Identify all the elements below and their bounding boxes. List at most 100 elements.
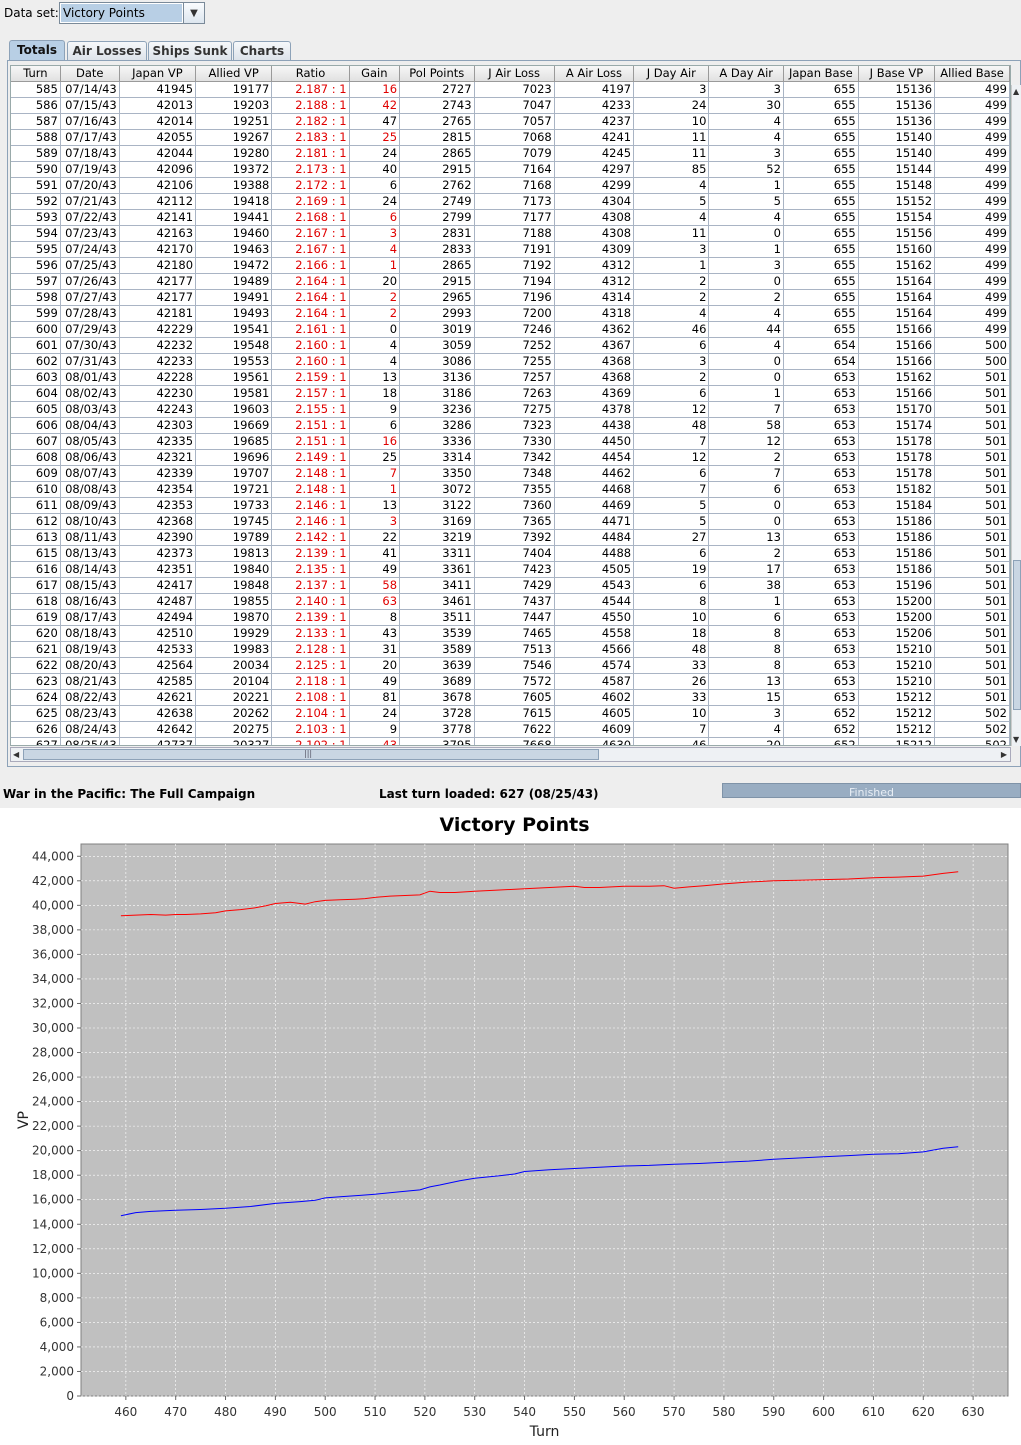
table-cell: 15136 — [858, 113, 936, 130]
table-cell: 7173 — [474, 193, 555, 210]
x-tick-label: 560 — [613, 1405, 636, 1419]
table-cell: 3236 — [399, 401, 475, 418]
table-row[interactable]: 589 07/18/43 42044 19280 2.181 : 1 24 2865 7079… — [11, 145, 1010, 162]
table-row[interactable]: 593 07/22/43 42141 19441 2.168 : 1 6 2799 7177 4… — [11, 209, 1010, 226]
table-cell: 42351 — [119, 561, 197, 578]
table-row[interactable]: 599 07/28/43 42181 19493 2.164 : 1 2 2993 7200 4… — [11, 305, 1010, 322]
table-row[interactable]: 597 07/26/43 42177 19489 2.164 : 1 20 2915 7194… — [11, 273, 1010, 290]
table-row[interactable]: 590 07/19/43 42096 19372 2.173 : 1 40 2915 7164… — [11, 161, 1010, 178]
tab-totals[interactable]: Totals — [9, 40, 65, 61]
table-row[interactable]: 617 08/15/43 42417 19848 2.137 : 1 58 3411 7429… — [11, 577, 1010, 594]
table-cell: 7348 — [474, 465, 555, 482]
vertical-scroll-thumb[interactable] — [1013, 560, 1021, 710]
table-cell: 7323 — [474, 417, 555, 434]
table-row[interactable]: 619 08/17/43 42494 19870 2.139 : 1 8 3511 7447 4… — [11, 609, 1010, 626]
table-cell: 07/15/43 — [60, 97, 120, 114]
column-header[interactable]: Date — [60, 66, 120, 82]
table-cell: 2727 — [399, 81, 475, 98]
table-cell: 42233 — [119, 353, 197, 370]
table-row[interactable]: 607 08/05/43 42335 19685 2.151 : 1 16 3336 7330… — [11, 433, 1010, 450]
column-header[interactable]: Japan Base — [783, 66, 859, 82]
table-row[interactable]: 621 08/19/43 42533 19983 2.128 : 1 31 3589 7513… — [11, 641, 1010, 658]
table-cell: 4318 — [554, 305, 635, 322]
table-row[interactable]: 596 07/25/43 42180 19472 2.166 : 1 1 2865 7192 4… — [11, 257, 1010, 274]
table-row[interactable]: 588 07/17/43 42055 19267 2.183 : 1 25 2815 7068… — [11, 129, 1010, 146]
table-row[interactable]: 625 08/23/43 42638 20262 2.104 : 1 24 3728 7615… — [11, 705, 1010, 722]
table-cell: 2.173 : 1 — [271, 161, 350, 178]
tab-air-losses[interactable]: Air Losses — [67, 41, 147, 60]
column-header[interactable]: Ratio — [271, 66, 350, 82]
arrow-left-icon[interactable]: ◀ — [13, 750, 19, 759]
dataset-select[interactable]: Victory Points ▼ — [59, 2, 205, 24]
chevron-down-icon[interactable]: ▼ — [183, 3, 204, 23]
table-cell: 3 — [633, 241, 710, 258]
tab-ships-sunk[interactable]: Ships Sunk — [148, 41, 232, 60]
table-cell: 42303 — [119, 417, 197, 434]
table-row[interactable]: 600 07/29/43 42229 19541 2.161 : 1 0 3019 7246 4… — [11, 321, 1010, 338]
table-row[interactable]: 622 08/20/43 42564 20034 2.125 : 1 20 3639 7546… — [11, 657, 1010, 674]
table-cell: 63 — [349, 593, 401, 610]
column-header[interactable]: Turn — [11, 66, 61, 82]
table-row[interactable]: 613 08/11/43 42390 19789 2.142 : 1 22 3219 7392… — [11, 529, 1010, 546]
table-cell: 604 — [11, 385, 61, 402]
table-row[interactable]: 598 07/27/43 42177 19491 2.164 : 1 2 2965 7196 4… — [11, 289, 1010, 306]
table-row[interactable]: 592 07/21/43 42112 19418 2.169 : 1 24 2749 7173… — [11, 193, 1010, 210]
table-cell: 3678 — [399, 689, 475, 706]
table-cell: 2.148 : 1 — [271, 481, 350, 498]
column-header[interactable]: J Day Air — [633, 66, 710, 82]
table-cell: 08/03/43 — [60, 401, 120, 418]
table-cell: 499 — [934, 81, 1010, 98]
table-cell: 15186 — [858, 529, 936, 546]
table-row[interactable]: 594 07/23/43 42163 19460 2.167 : 1 3 2831 7188 4… — [11, 225, 1010, 242]
column-header[interactable]: Allied Base — [934, 66, 1010, 82]
table-row[interactable]: 595 07/24/43 42170 19463 2.167 : 1 4 2833 7191 4… — [11, 241, 1010, 258]
table-cell: 11 — [633, 129, 710, 146]
table-row[interactable]: 616 08/14/43 42351 19840 2.135 : 1 49 3361 7423… — [11, 561, 1010, 578]
table-row[interactable]: 602 07/31/43 42233 19553 2.160 : 1 4 3086 7255 4… — [11, 353, 1010, 370]
table-row[interactable]: 624 08/22/43 42621 20221 2.108 : 1 81 3678 7605… — [11, 689, 1010, 706]
column-header[interactable]: Allied VP — [195, 66, 273, 82]
horizontal-scrollbar[interactable]: ◀ ||| ▶ — [10, 747, 1011, 762]
table-row[interactable]: 601 07/30/43 42232 19548 2.160 : 1 4 3059 7252 4… — [11, 337, 1010, 354]
table-row[interactable]: 612 08/10/43 42368 19745 2.146 : 1 3 3169 7365 4… — [11, 513, 1010, 530]
table-row[interactable]: 587 07/16/43 42014 19251 2.182 : 1 47 2765 7057… — [11, 113, 1010, 130]
table-row[interactable]: 611 08/09/43 42353 19733 2.146 : 1 13 3122 7360… — [11, 497, 1010, 514]
column-header[interactable]: J Base VP — [858, 66, 936, 82]
table-row[interactable]: 620 08/18/43 42510 19929 2.133 : 1 43 3539 7465… — [11, 625, 1010, 642]
dataset-selected-value[interactable]: Victory Points — [61, 4, 182, 22]
table-row[interactable]: 604 08/02/43 42230 19581 2.157 : 1 18 3186 7263… — [11, 385, 1010, 402]
table-row[interactable]: 609 08/07/43 42339 19707 2.148 : 1 7 3350 7348 4… — [11, 465, 1010, 482]
column-header[interactable]: A Day Air — [708, 66, 784, 82]
table-cell: 20275 — [195, 721, 273, 738]
table-cell: 499 — [934, 177, 1010, 194]
table-cell: 2.182 : 1 — [271, 113, 350, 130]
table-row[interactable]: 618 08/16/43 42487 19855 2.140 : 1 63 3461 7437… — [11, 593, 1010, 610]
table-row[interactable]: 627 08/25/43 42737 20327 2.102 : 1 43 3795 7668… — [11, 737, 1010, 745]
table-row[interactable]: 615 08/13/43 42373 19813 2.139 : 1 41 3311 7404… — [11, 545, 1010, 562]
table-cell: 12 — [633, 401, 710, 418]
table-row[interactable]: 591 07/20/43 42106 19388 2.172 : 1 6 2762 7168 4… — [11, 177, 1010, 194]
table-row[interactable]: 603 08/01/43 42228 19561 2.159 : 1 13 3136 7257… — [11, 369, 1010, 386]
table-cell: 48 — [633, 641, 710, 658]
arrow-down-icon[interactable]: ▼ — [1013, 735, 1019, 744]
column-header[interactable]: J Air Loss — [474, 66, 555, 82]
table-row[interactable]: 610 08/08/43 42354 19721 2.148 : 1 1 3072 7355 4… — [11, 481, 1010, 498]
table-row[interactable]: 626 08/24/43 42642 20275 2.103 : 1 9 3778 7622 4… — [11, 721, 1010, 738]
arrow-up-icon[interactable]: ▲ — [1013, 87, 1019, 96]
table-row[interactable]: 605 08/03/43 42243 19603 2.155 : 1 9 3236 7275 4… — [11, 401, 1010, 418]
arrow-right-icon[interactable]: ▶ — [1001, 750, 1007, 759]
y-tick-label: 0 — [66, 1389, 74, 1403]
table-row[interactable]: 585 07/14/43 41945 19177 2.187 : 1 16 2727 7023… — [11, 81, 1010, 98]
vertical-scrollbar[interactable]: ▲ ▼ — [1011, 85, 1021, 746]
table-cell: 24 — [349, 705, 401, 722]
tab-charts[interactable]: Charts — [233, 41, 291, 60]
column-header[interactable]: Pol Points — [399, 66, 475, 82]
table-cell: 58 — [349, 577, 401, 594]
table-row[interactable]: 586 07/15/43 42013 19203 2.188 : 1 42 2743 7047… — [11, 97, 1010, 114]
column-header[interactable]: Japan VP — [119, 66, 197, 82]
column-header[interactable]: Gain — [349, 66, 401, 82]
column-header[interactable]: A Air Loss — [554, 66, 635, 82]
table-row[interactable]: 608 08/06/43 42321 19696 2.149 : 1 25 3314 7342… — [11, 449, 1010, 466]
table-row[interactable]: 623 08/21/43 42585 20104 2.118 : 1 49 3689 7572… — [11, 673, 1010, 690]
table-row[interactable]: 606 08/04/43 42303 19669 2.151 : 1 6 3286 7323 4… — [11, 417, 1010, 434]
